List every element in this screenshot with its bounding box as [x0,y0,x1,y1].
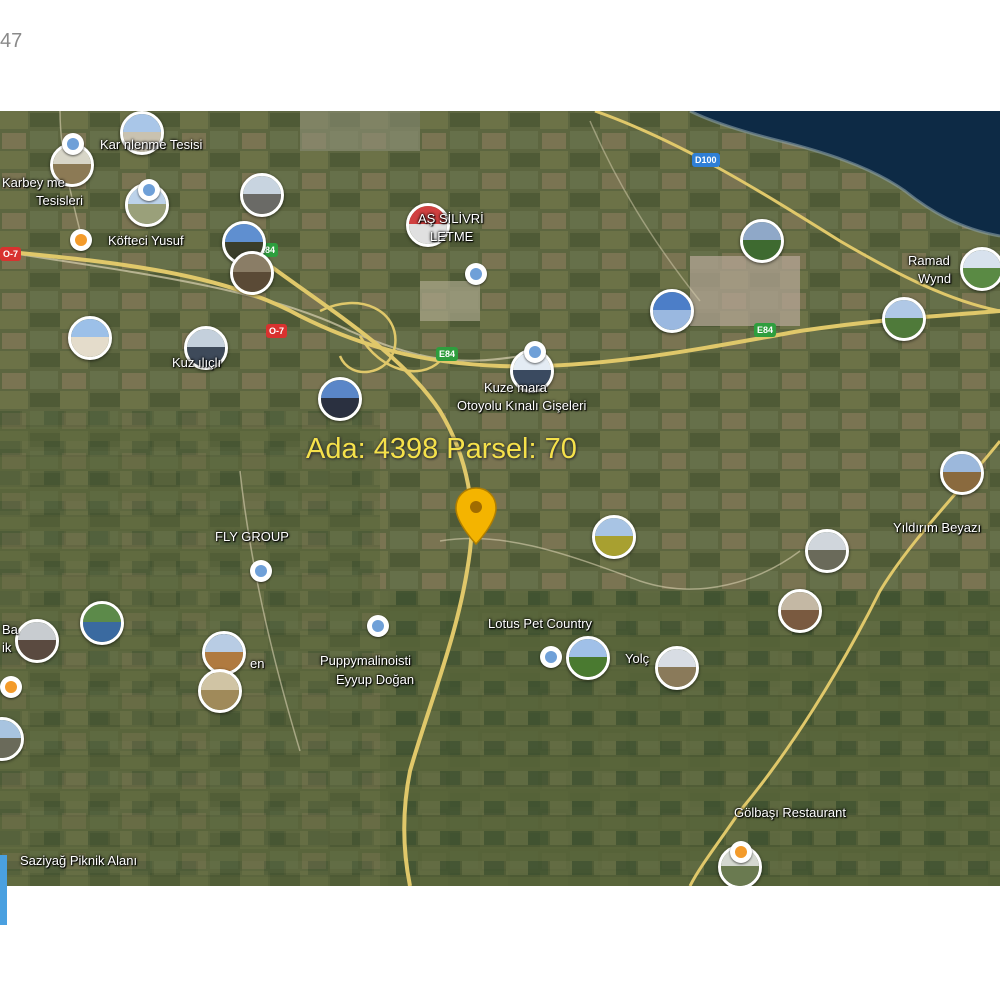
place-label: Ramad [908,253,950,268]
place-photo-marker[interactable] [960,247,1000,291]
place-pin-icon[interactable] [138,179,160,201]
map-terrain [0,111,1000,886]
place-pin-icon[interactable] [540,646,562,668]
place-label: FLY GROUP [215,529,289,544]
side-panel-tab[interactable] [0,855,7,925]
place-photo-marker[interactable] [318,377,362,421]
place-photo-marker[interactable] [650,289,694,333]
place-label: AŞ SİLİVRİ [418,211,484,226]
place-label: Saziyağ Piknik Alanı [20,853,138,868]
road-shield-e84: E84 [754,323,777,337]
place-photo-marker[interactable] [592,515,636,559]
place-pin-icon[interactable] [250,560,272,582]
place-label: Wynd [918,271,952,286]
road-shield-o7: O-7 [266,324,288,338]
place-photo-marker[interactable] [198,669,242,713]
place-pin-icon[interactable] [62,133,84,155]
road-shield-o7: O-7 [0,247,22,261]
place-label: Puppymalinoisti [320,653,412,668]
place-label: Gölbaşı Restaurant [734,805,847,820]
place-label: LETME [430,229,474,244]
place-label: Yolç [625,651,650,666]
restaurant-pin-icon[interactable] [730,841,752,863]
place-photo-marker[interactable] [882,297,926,341]
place-label: Köfteci Yusuf [108,233,184,248]
place-photo-marker[interactable] [0,717,24,761]
place-label: Lotus Pet Country [488,616,593,631]
restaurant-pin-icon[interactable] [0,676,22,698]
place-pin-icon[interactable] [524,341,546,363]
place-photo-marker[interactable] [805,529,849,573]
place-label: Ba [2,622,18,637]
place-photo-marker[interactable] [240,173,284,217]
place-label: Otoyolu Kınalı Gişeleri [457,398,587,413]
place-photo-marker[interactable] [655,646,699,690]
restaurant-pin-icon[interactable] [70,229,92,251]
place-photo-marker[interactable] [15,619,59,663]
place-label: Tesisleri [36,193,83,208]
place-label: ik [2,640,12,655]
place-pin-icon[interactable] [367,615,389,637]
place-photo-marker[interactable] [740,219,784,263]
place-photo-marker[interactable] [940,451,984,495]
place-photo-marker[interactable] [778,589,822,633]
place-photo-marker[interactable] [566,636,610,680]
place-label: Kar nlenme Tesisi [100,137,203,152]
road-shield-e84: E84 [436,347,459,361]
satellite-map[interactable]: D100 E84 E84 E84 O-7 O-7 Kar nlenme Tesi… [0,111,1000,886]
place-label: Karbey me [2,175,65,190]
place-pin-icon[interactable] [465,263,487,285]
place-label: Yıldırım Beyazı [893,520,982,535]
place-photo-marker[interactable] [230,251,274,295]
location-marker-icon[interactable] [453,486,499,548]
place-label: Kuze mara [484,380,547,395]
place-photo-marker[interactable] [80,601,124,645]
place-photo-marker[interactable] [68,316,112,360]
place-label: Kuz ılıçlı [172,355,222,370]
corner-number: 47 [0,30,23,52]
place-label: Eyyup Doğan [336,672,415,687]
road-shield-d100: D100 [692,153,720,167]
parcel-label: Ada: 4398 Parsel: 70 [306,433,577,465]
place-label: en [250,656,265,671]
